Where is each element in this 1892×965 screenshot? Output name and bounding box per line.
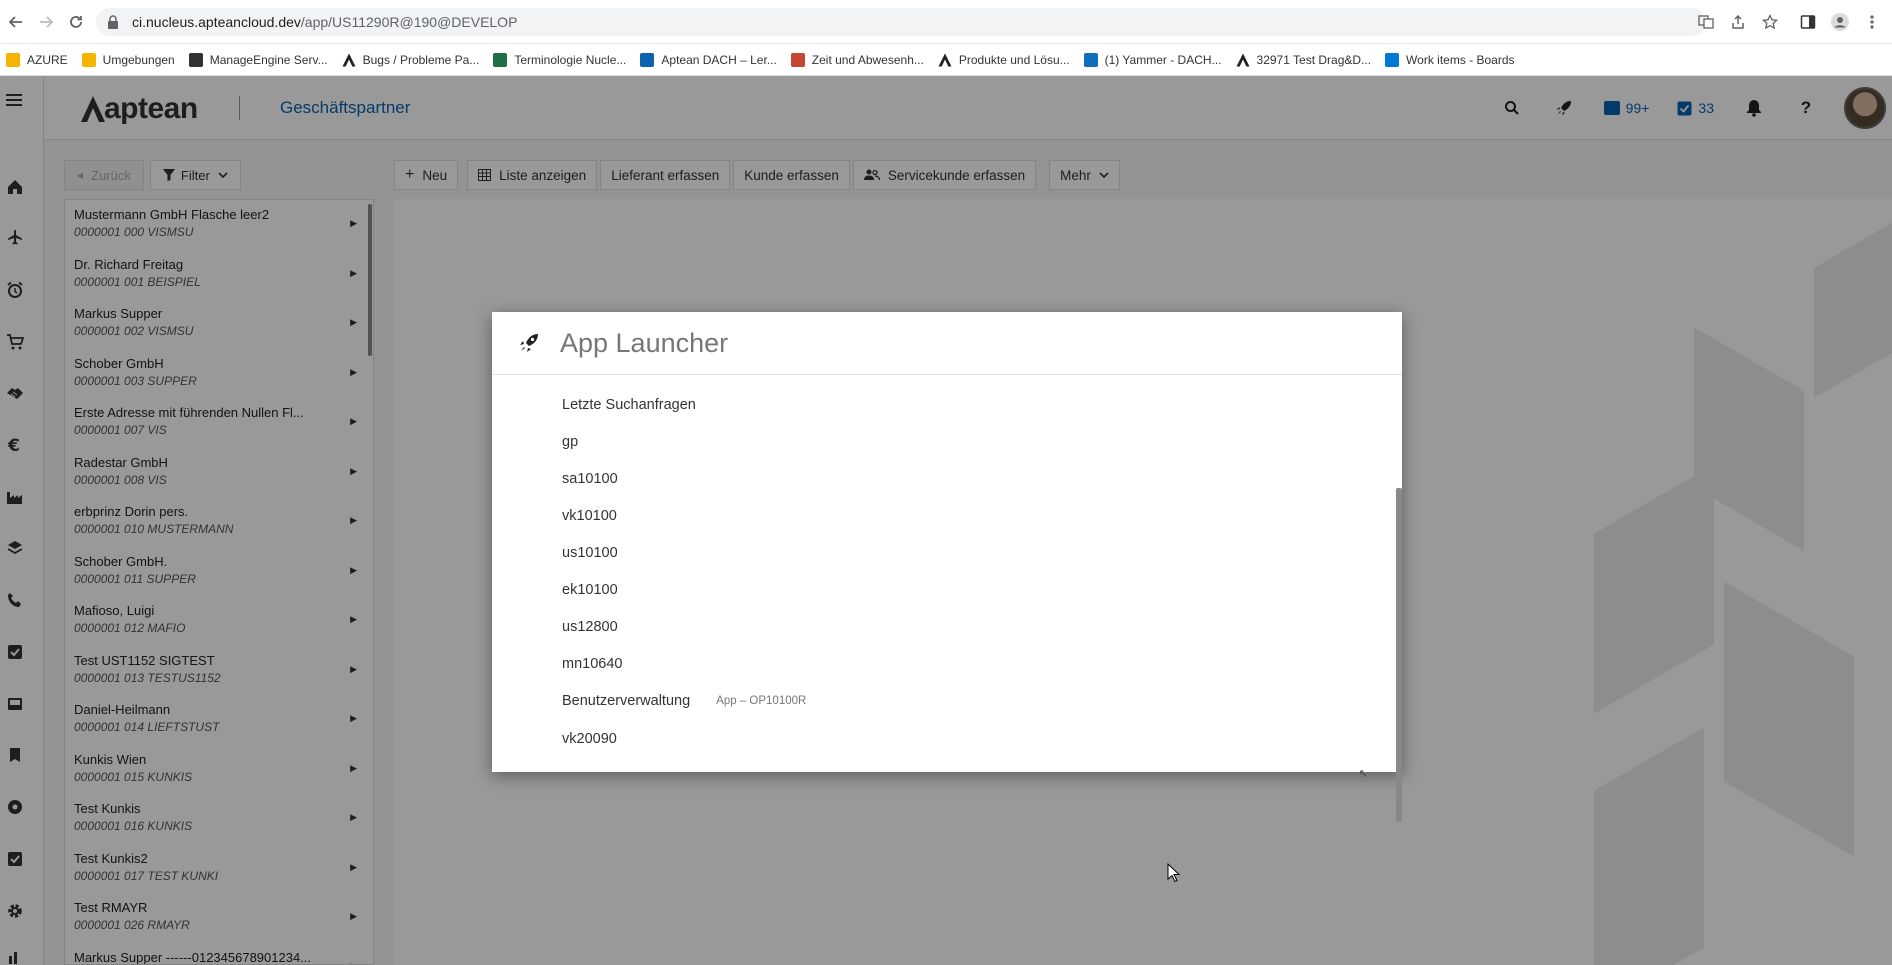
dialog-header: App Launcher bbox=[492, 312, 1402, 375]
mouse-cursor-icon bbox=[1167, 862, 1181, 883]
bookmark-item[interactable]: Umgebungen bbox=[81, 52, 175, 67]
url-path: /app/US11290R@190@DEVELOP bbox=[300, 14, 518, 30]
excel-icon bbox=[493, 52, 508, 67]
side-panel-icon[interactable] bbox=[1792, 6, 1824, 38]
recent-search-item[interactable]: gp bbox=[562, 427, 604, 457]
app-area: € aptean Geschäftspartner 99+ 33 ? ◀ Zur… bbox=[0, 76, 1892, 965]
bookmark-item[interactable]: ManageEngine Serv... bbox=[188, 52, 328, 67]
bookmark-label: Terminologie Nucle... bbox=[514, 52, 627, 67]
rocket-icon bbox=[518, 332, 540, 354]
recent-search-label: us12800 bbox=[562, 619, 618, 635]
insert-arrow-icon[interactable]: ↖ bbox=[1359, 767, 1368, 780]
browser-toolbar: ci.nucleus.apteancloud.dev/app/US11290R@… bbox=[0, 0, 1892, 44]
recent-search-label: gp bbox=[562, 434, 579, 450]
bookmark-item[interactable]: 32971 Test Drag&D... bbox=[1236, 52, 1372, 67]
browser-menu-icon[interactable] bbox=[1856, 6, 1888, 38]
share-icon[interactable] bbox=[1722, 6, 1754, 38]
url-host: ci.nucleus.apteancloud.dev bbox=[132, 14, 301, 30]
bookmark-item[interactable]: Work items - Boards bbox=[1385, 52, 1515, 67]
bookmark-item[interactable]: Aptean DACH – Ler... bbox=[640, 52, 777, 67]
recent-search-label: vk20090 bbox=[562, 731, 617, 747]
bookmark-item[interactable]: Produkte und Lösu... bbox=[938, 53, 1070, 67]
bookmark-label: 32971 Test Drag&D... bbox=[1256, 52, 1372, 67]
bookmarks-bar: AZURE Umgebungen ManageEngine Serv... Bugs … bbox=[0, 44, 1892, 76]
recent-searches-heading: Letzte Suchanfragen bbox=[562, 397, 696, 413]
recent-search-item[interactable]: vk10100 bbox=[562, 501, 643, 531]
bookmark-item[interactable]: AZURE bbox=[6, 52, 68, 67]
lock-icon bbox=[106, 15, 120, 29]
aptean-icon bbox=[342, 53, 356, 67]
recent-search-item[interactable]: ek10100 bbox=[562, 575, 644, 605]
bookmark-label: ManageEngine Serv... bbox=[209, 52, 328, 67]
folder-icon bbox=[81, 52, 96, 67]
devops-icon bbox=[1385, 52, 1400, 67]
bookmark-label: Work items - Boards bbox=[1406, 52, 1515, 67]
app-launcher-dialog: App Launcher Letzte Suchanfragen gp sa101… bbox=[492, 312, 1402, 822]
aptean-icon bbox=[938, 53, 952, 67]
bookmark-item[interactable]: Zeit und Abwesenh... bbox=[790, 52, 924, 67]
bookmark-item[interactable]: Bugs / Probleme Pa... bbox=[342, 52, 480, 67]
yammer-icon bbox=[1083, 52, 1098, 67]
recent-search-label: us10100 bbox=[562, 545, 618, 561]
bookmark-label: Produkte und Lösu... bbox=[958, 52, 1070, 67]
bookmark-label: Aptean DACH – Ler... bbox=[661, 52, 777, 67]
recent-search-label: vk10100 bbox=[562, 508, 617, 524]
recent-search-item[interactable]: us10100 bbox=[562, 538, 644, 568]
oracle-icon bbox=[790, 52, 805, 67]
dialog-title: App Launcher bbox=[560, 328, 729, 358]
dialog-body: Letzte Suchanfragen gp sa10100 vk10100 us10… bbox=[492, 376, 1402, 822]
bookmark-label: Umgebungen bbox=[102, 52, 175, 67]
bookmark-label: Zeit und Abwesenh... bbox=[811, 52, 924, 67]
forward-arrow-icon[interactable] bbox=[32, 8, 60, 36]
recent-search-item[interactable]: mn10640 bbox=[562, 649, 648, 679]
translate-icon[interactable] bbox=[1690, 6, 1722, 38]
address-bar[interactable]: ci.nucleus.apteancloud.dev/app/US11290R@… bbox=[96, 8, 1706, 36]
recent-search-label: sa10100 bbox=[562, 471, 618, 487]
bookmark-label: (1) Yammer - DACH... bbox=[1104, 52, 1222, 67]
bookmark-label: Bugs / Probleme Pa... bbox=[362, 52, 480, 67]
profile-icon[interactable] bbox=[1824, 6, 1856, 38]
bookmark-item[interactable]: (1) Yammer - DACH... bbox=[1083, 52, 1222, 67]
recent-search-item[interactable]: sa10100 bbox=[562, 464, 644, 494]
dialog-scrollbar[interactable] bbox=[1396, 488, 1402, 822]
recent-search-meta: App – OP10100R bbox=[716, 695, 807, 707]
sd-icon bbox=[188, 52, 203, 67]
recent-search-item[interactable]: us12800 bbox=[562, 612, 644, 642]
recent-search-label: Benutzerverwaltung bbox=[562, 693, 691, 709]
recent-search-item[interactable]: Benutzerverwaltung App – OP10100R bbox=[562, 686, 806, 716]
bookmark-label: AZURE bbox=[27, 52, 68, 67]
recent-search-item[interactable]: vk20090 bbox=[562, 724, 643, 754]
bookmark-item[interactable]: Terminologie Nucle... bbox=[493, 52, 627, 67]
browser-actions bbox=[1690, 0, 1892, 44]
reload-icon[interactable] bbox=[62, 8, 90, 36]
recent-search-label: mn10640 bbox=[562, 656, 623, 672]
recent-search-label: ek10100 bbox=[562, 582, 618, 598]
aptean-icon bbox=[1236, 53, 1250, 67]
sharepoint-icon bbox=[640, 52, 655, 67]
back-arrow-icon[interactable] bbox=[2, 8, 30, 36]
bookmark-star-icon[interactable] bbox=[1754, 6, 1786, 38]
folder-icon bbox=[6, 52, 20, 67]
